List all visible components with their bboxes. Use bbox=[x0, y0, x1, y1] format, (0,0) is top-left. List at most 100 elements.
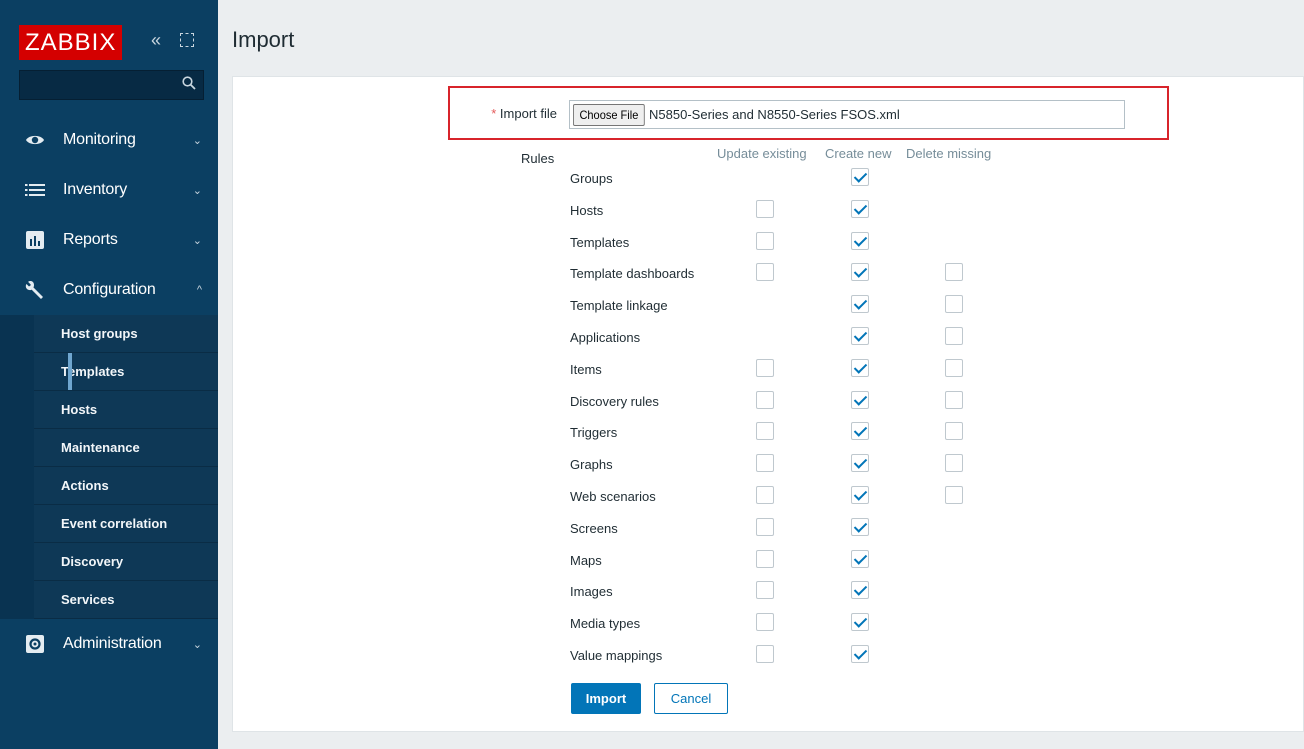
rule-row: Maps bbox=[570, 550, 1070, 572]
rule-row: Template linkage bbox=[570, 295, 1070, 317]
rule-label: Triggers bbox=[570, 425, 618, 440]
rule-label: Applications bbox=[570, 330, 641, 345]
delete-missing-checkbox[interactable] bbox=[945, 263, 963, 281]
create-new-checkbox[interactable] bbox=[851, 518, 869, 536]
rule-label: Template dashboards bbox=[570, 266, 695, 281]
create-new-checkbox[interactable] bbox=[851, 295, 869, 313]
brand-row: ZABBIX « bbox=[0, 0, 218, 66]
rule-label: Hosts bbox=[570, 203, 604, 218]
submenu-services[interactable]: Services bbox=[34, 581, 218, 619]
rule-row: Media types bbox=[570, 613, 1070, 635]
submenu-event-correlation[interactable]: Event correlation bbox=[34, 505, 218, 543]
update-existing-checkbox[interactable] bbox=[756, 454, 774, 472]
create-new-checkbox[interactable] bbox=[851, 232, 869, 250]
search-icon[interactable] bbox=[182, 76, 196, 90]
update-existing-checkbox[interactable] bbox=[756, 581, 774, 599]
rule-label: Value mappings bbox=[570, 648, 663, 663]
create-new-checkbox[interactable] bbox=[851, 359, 869, 377]
eye-icon bbox=[24, 129, 46, 151]
create-new-checkbox[interactable] bbox=[851, 263, 869, 281]
delete-missing-checkbox[interactable] bbox=[945, 295, 963, 313]
page-title: Import bbox=[232, 27, 295, 52]
create-new-checkbox[interactable] bbox=[851, 168, 869, 186]
update-existing-checkbox[interactable] bbox=[756, 263, 774, 281]
menu-inventory[interactable]: Inventory ⌄ bbox=[0, 165, 218, 215]
rule-row: Hosts bbox=[570, 200, 1070, 222]
import-file-label-text: Import file bbox=[499, 106, 557, 121]
rule-row: Graphs bbox=[570, 454, 1070, 476]
create-new-checkbox[interactable] bbox=[851, 613, 869, 631]
create-new-checkbox[interactable] bbox=[851, 200, 869, 218]
submenu-templates[interactable]: Templates bbox=[34, 353, 218, 391]
create-new-checkbox[interactable] bbox=[851, 486, 869, 504]
update-existing-checkbox[interactable] bbox=[756, 518, 774, 536]
menu-configuration[interactable]: Configuration ^ bbox=[0, 265, 218, 315]
column-create-new: Create new bbox=[825, 146, 892, 161]
update-existing-checkbox[interactable] bbox=[756, 645, 774, 663]
rule-label: Discovery rules bbox=[570, 394, 659, 409]
rule-label: Graphs bbox=[570, 457, 613, 472]
rule-row: Template dashboards bbox=[570, 263, 1070, 285]
rule-row: Templates bbox=[570, 232, 1070, 254]
search-input[interactable] bbox=[20, 71, 180, 99]
delete-missing-checkbox[interactable] bbox=[945, 391, 963, 409]
update-existing-checkbox[interactable] bbox=[756, 613, 774, 631]
create-new-checkbox[interactable] bbox=[851, 550, 869, 568]
submenu-maintenance[interactable]: Maintenance bbox=[34, 429, 218, 467]
wrench-icon bbox=[24, 279, 46, 301]
create-new-checkbox[interactable] bbox=[851, 454, 869, 472]
import-file-field[interactable]: Choose File N5850-Series and N8550-Serie… bbox=[569, 100, 1125, 129]
rule-row: Discovery rules bbox=[570, 391, 1070, 413]
create-new-checkbox[interactable] bbox=[851, 391, 869, 409]
update-existing-checkbox[interactable] bbox=[756, 200, 774, 218]
chevron-down-icon: ⌄ bbox=[192, 134, 202, 147]
update-existing-checkbox[interactable] bbox=[756, 359, 774, 377]
rule-label: Template linkage bbox=[570, 298, 668, 313]
rule-label: Items bbox=[570, 362, 602, 377]
choose-file-button[interactable]: Choose File bbox=[573, 103, 645, 126]
configuration-submenu: Host groups Templates Hosts Maintenance … bbox=[0, 315, 218, 619]
import-button[interactable]: Import bbox=[571, 683, 641, 714]
delete-missing-checkbox[interactable] bbox=[945, 422, 963, 440]
menu-reports[interactable]: Reports ⌄ bbox=[0, 215, 218, 265]
submenu-discovery[interactable]: Discovery bbox=[34, 543, 218, 581]
submenu-hosts[interactable]: Hosts bbox=[34, 391, 218, 429]
rule-row: Web scenarios bbox=[570, 486, 1070, 508]
kiosk-mode-icon[interactable] bbox=[180, 33, 194, 47]
update-existing-checkbox[interactable] bbox=[756, 391, 774, 409]
rule-row: Groups bbox=[570, 168, 1070, 190]
update-existing-checkbox[interactable] bbox=[756, 232, 774, 250]
rule-row: Value mappings bbox=[570, 645, 1070, 667]
update-existing-checkbox[interactable] bbox=[756, 422, 774, 440]
create-new-checkbox[interactable] bbox=[851, 327, 869, 345]
menu-administration[interactable]: Administration ⌄ bbox=[0, 619, 218, 669]
column-delete-missing: Delete missing bbox=[906, 146, 992, 161]
rule-label: Templates bbox=[570, 235, 630, 250]
menu-monitoring[interactable]: Monitoring ⌄ bbox=[0, 115, 218, 165]
rule-label: Images bbox=[570, 584, 613, 599]
create-new-checkbox[interactable] bbox=[851, 581, 869, 599]
rule-label: Maps bbox=[570, 553, 602, 568]
menu-label: Administration bbox=[63, 635, 162, 652]
update-existing-checkbox[interactable] bbox=[756, 486, 774, 504]
create-new-checkbox[interactable] bbox=[851, 422, 869, 440]
rule-label: Media types bbox=[570, 616, 641, 631]
import-file-label: * Import file bbox=[491, 106, 557, 121]
delete-missing-checkbox[interactable] bbox=[945, 486, 963, 504]
update-existing-checkbox[interactable] bbox=[756, 550, 774, 568]
collapse-sidebar-icon[interactable]: « bbox=[151, 30, 161, 51]
sidebar-search bbox=[19, 70, 204, 100]
delete-missing-checkbox[interactable] bbox=[945, 327, 963, 345]
menu-label: Inventory bbox=[63, 181, 128, 198]
cancel-button[interactable]: Cancel bbox=[654, 683, 728, 714]
submenu-host-groups[interactable]: Host groups bbox=[34, 315, 218, 353]
delete-missing-checkbox[interactable] bbox=[945, 454, 963, 472]
chevron-down-icon: ⌄ bbox=[192, 234, 202, 247]
zabbix-logo[interactable]: ZABBIX bbox=[19, 25, 123, 60]
gear-icon bbox=[24, 633, 46, 655]
required-mark: * bbox=[491, 106, 497, 121]
submenu-actions[interactable]: Actions bbox=[34, 467, 218, 505]
delete-missing-checkbox[interactable] bbox=[945, 359, 963, 377]
rule-label: Groups bbox=[570, 171, 613, 186]
create-new-checkbox[interactable] bbox=[851, 645, 869, 663]
